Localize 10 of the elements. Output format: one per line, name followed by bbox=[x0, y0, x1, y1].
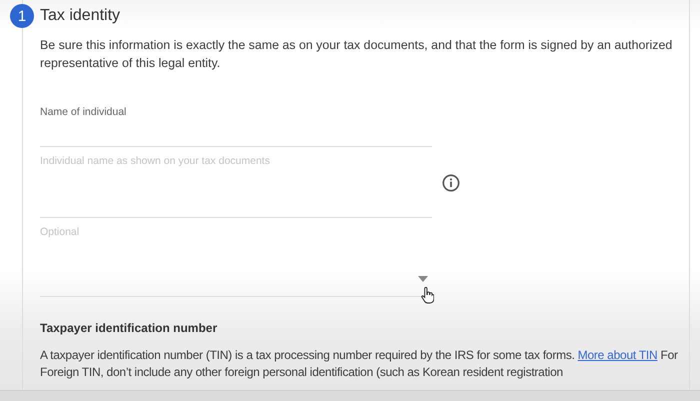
more-about-tin-link[interactable]: More about TIN bbox=[578, 348, 658, 362]
info-icon[interactable] bbox=[442, 174, 460, 192]
tin-heading: Taxpayer identification number bbox=[40, 321, 218, 335]
caret-icon bbox=[418, 276, 428, 282]
hand-cursor-icon bbox=[421, 287, 434, 304]
section-title: Tax identity bbox=[40, 7, 120, 25]
input-field[interactable]: Name of individual bbox=[40, 96, 432, 147]
section-description: Be sure this information is exactly the same as on your tax documents, and that the form is signed by an authorized representative of this legal entity. bbox=[40, 37, 674, 72]
tin-description: A taxpayer identification number (TIN) is a tax processing number required by the IRS for some tax forms. More about TIN For Foreign TIN, don’t include any other foreign personal identification (such as Korean resident registration bbox=[40, 347, 679, 381]
step-number-badge: 1 bbox=[10, 4, 34, 28]
